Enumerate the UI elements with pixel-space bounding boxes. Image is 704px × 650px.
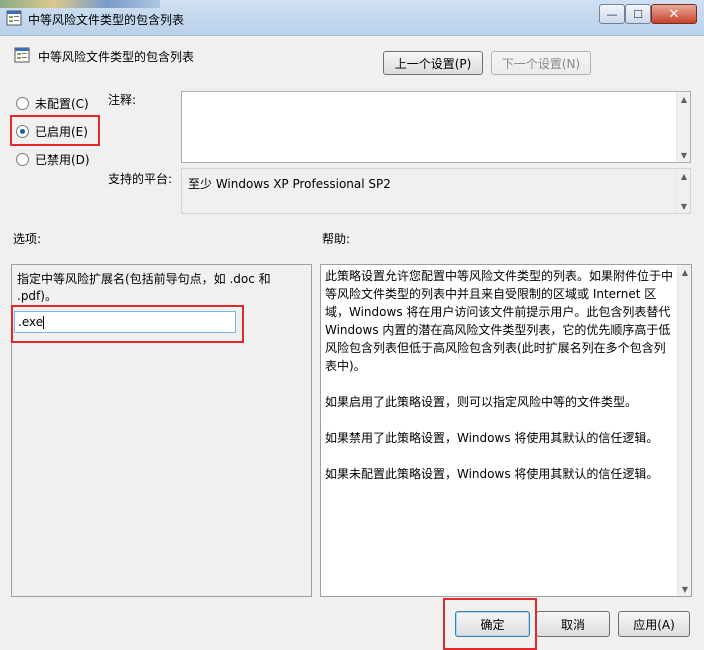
scroll-down-icon[interactable]: ▼ <box>677 148 691 162</box>
help-label: 帮助: <box>322 232 351 246</box>
previous-setting-label: 上一个设置(P) <box>394 56 472 71</box>
policy-dialog: 中等风险文件类型的包含列表 — ☐ ✕ 中等风险文件类型的包含列表 上一个设置(… <box>0 0 704 650</box>
platform-scrollbar[interactable]: ▲ ▼ <box>676 169 690 213</box>
apply-label: 应用(A) <box>633 617 675 632</box>
comment-scrollbar[interactable]: ▲ ▼ <box>676 92 690 162</box>
minimize-icon: — <box>606 7 618 21</box>
highlight-box-input <box>11 305 244 343</box>
platform-value: 至少 Windows XP Professional SP2 <box>188 177 391 191</box>
help-paragraph: 如果未配置此策略设置，Windows 将使用其默认的信任逻辑。 <box>325 467 659 481</box>
help-paragraph: 此策略设置允许您配置中等风险文件类型的列表。如果附件位于中等风险文件类型的列表中… <box>325 269 674 373</box>
cancel-label: 取消 <box>560 617 585 632</box>
next-setting-button[interactable]: 下一个设置(N) <box>491 51 591 75</box>
help-text: 此策略设置允许您配置中等风险文件类型的列表。如果附件位于中等风险文件类型的列表中… <box>325 267 673 501</box>
previous-setting-button[interactable]: 上一个设置(P) <box>383 51 483 75</box>
policy-icon <box>6 10 22 26</box>
cancel-button[interactable]: 取消 <box>536 611 610 637</box>
help-paragraph: 如果禁用了此策略设置，Windows 将使用其默认的信任逻辑。 <box>325 431 659 445</box>
setting-icon <box>14 47 30 63</box>
radio-disabled[interactable]: 已禁用(D) <box>16 151 90 168</box>
background-app-strip <box>0 0 160 8</box>
scroll-down-icon[interactable]: ▼ <box>678 582 692 596</box>
next-setting-label: 下一个设置(N) <box>501 56 581 71</box>
highlight-box-enabled <box>10 115 100 146</box>
radio-label: 已禁用(D) <box>35 153 90 167</box>
setting-title: 中等风险文件类型的包含列表 <box>38 50 195 64</box>
options-label: 选项: <box>13 232 42 246</box>
window-title: 中等风险文件类型的包含列表 <box>28 13 185 27</box>
highlight-box-ok <box>443 598 537 650</box>
scroll-up-icon[interactable]: ▲ <box>677 169 691 183</box>
radio-not-configured[interactable]: 未配置(C) <box>16 95 89 112</box>
close-button[interactable]: ✕ <box>651 4 697 24</box>
scroll-up-icon[interactable]: ▲ <box>677 92 691 106</box>
maximize-button[interactable]: ☐ <box>625 4 651 24</box>
help-paragraph: 如果启用了此策略设置，则可以指定风险中等的文件类型。 <box>325 395 638 409</box>
options-description: 指定中等风险扩展名(包括前导句点，如 .doc 和 .pdf)。 <box>17 272 271 303</box>
platform-label: 支持的平台: <box>108 172 173 186</box>
apply-button[interactable]: 应用(A) <box>618 611 690 637</box>
maximize-icon: ☐ <box>633 7 643 21</box>
radio-label: 未配置(C) <box>35 97 89 111</box>
comment-textarea[interactable]: ▲ ▼ <box>181 91 691 163</box>
help-scrollbar[interactable]: ▲ ▼ <box>677 265 691 596</box>
help-panel: 此策略设置允许您配置中等风险文件类型的列表。如果附件位于中等风险文件类型的列表中… <box>320 264 692 597</box>
scroll-up-icon[interactable]: ▲ <box>678 265 692 279</box>
minimize-button[interactable]: — <box>599 4 625 24</box>
comment-label: 注释: <box>108 93 137 107</box>
platform-box: 至少 Windows XP Professional SP2 ▲ ▼ <box>181 168 691 214</box>
close-icon: ✕ <box>668 6 680 22</box>
radio-circle[interactable] <box>16 97 29 110</box>
scroll-down-icon[interactable]: ▼ <box>677 199 691 213</box>
title-bar[interactable]: 中等风险文件类型的包含列表 — ☐ ✕ <box>0 0 704 36</box>
radio-circle[interactable] <box>16 153 29 166</box>
